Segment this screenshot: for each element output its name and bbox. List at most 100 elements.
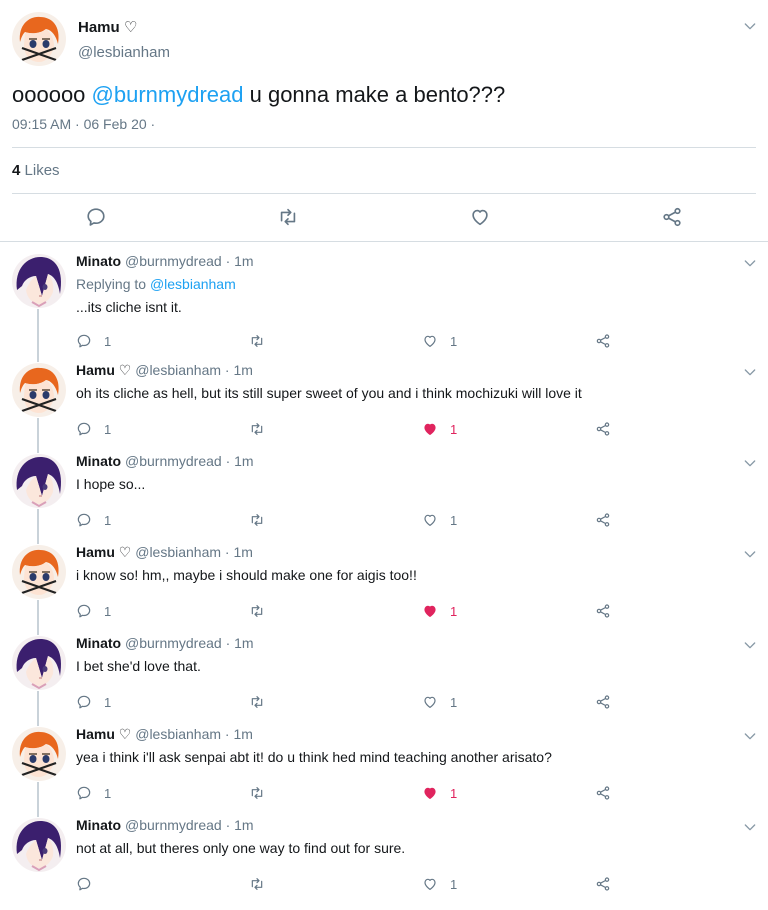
reply-actions: 11: [76, 331, 636, 351]
author-name[interactable]: Hamu ♡: [76, 726, 131, 742]
retweet-icon: [249, 603, 265, 619]
like-button[interactable]: 1: [422, 783, 457, 803]
reply-tweet[interactable]: Minato @burnmydread · 1m not at all, but …: [0, 807, 768, 898]
share-button[interactable]: [595, 783, 611, 803]
reply-tweet[interactable]: Hamu ♡ @lesbianham · 1m yea i think i'll …: [0, 716, 768, 817]
avatar[interactable]: [12, 454, 66, 508]
like-button[interactable]: 1: [422, 874, 457, 894]
avatar[interactable]: [12, 818, 66, 872]
reply-icon[interactable]: [85, 206, 107, 228]
retweet-icon: [249, 876, 265, 892]
share-button[interactable]: [595, 331, 611, 351]
reply-tweet[interactable]: Minato @burnmydread · 1m I hope so... 1 1: [0, 443, 768, 544]
heart-icon: [422, 694, 438, 710]
author-name[interactable]: Minato: [76, 817, 121, 833]
share-button[interactable]: [595, 510, 611, 530]
chevron-down-icon[interactable]: [742, 255, 758, 271]
avatar[interactable]: [12, 12, 66, 66]
chevron-down-icon[interactable]: [742, 455, 758, 471]
reply-button[interactable]: 1: [76, 783, 111, 803]
avatar[interactable]: [12, 727, 66, 781]
reply-actions: 11: [76, 419, 636, 439]
reply-button[interactable]: 1: [76, 331, 111, 351]
reply-tweet[interactable]: Hamu ♡ @lesbianham · 1m i know so! hm,, m…: [0, 534, 768, 635]
share-button[interactable]: [595, 874, 611, 894]
reply-count: 1: [104, 512, 112, 528]
reply-button[interactable]: [76, 874, 104, 894]
replying-mention[interactable]: @lesbianham: [150, 276, 236, 292]
like-button[interactable]: 1: [422, 692, 457, 712]
retweet-button[interactable]: [249, 874, 265, 894]
heart-filled-icon: [422, 785, 438, 801]
avatar[interactable]: [12, 636, 66, 690]
reply-button[interactable]: 1: [76, 601, 111, 621]
chevron-down-icon[interactable]: [742, 637, 758, 653]
author-name[interactable]: Hamu ♡: [78, 18, 137, 36]
like-button[interactable]: 1: [422, 510, 457, 530]
share-icon[interactable]: [661, 206, 683, 228]
minato-avatar-icon: [12, 254, 66, 308]
reply-text: ...its cliche isnt it.: [76, 299, 182, 315]
avatar[interactable]: [12, 545, 66, 599]
like-button[interactable]: 1: [422, 601, 457, 621]
share-button[interactable]: [595, 601, 611, 621]
chevron-down-icon[interactable]: [742, 546, 758, 562]
author-name[interactable]: Hamu ♡: [76, 544, 131, 560]
chevron-down-icon[interactable]: [742, 18, 758, 34]
reply-tweet[interactable]: Minato @burnmydread · 1m I bet she'd love…: [0, 625, 768, 726]
author-name[interactable]: Minato: [76, 635, 121, 651]
author-name[interactable]: Minato: [76, 253, 121, 269]
heart-icon: [422, 333, 438, 349]
share-button[interactable]: [595, 692, 611, 712]
tweet-timestamp: 09:15 AM · 06 Feb 20 ·: [12, 116, 156, 132]
reply-tweet[interactable]: Hamu ♡ @lesbianham · 1m oh its cliche as …: [0, 352, 768, 453]
reply-tweet[interactable]: Minato @burnmydread · 1m Replying to @les…: [0, 243, 768, 362]
reply-count: 1: [104, 785, 112, 801]
author-name[interactable]: Hamu ♡: [76, 362, 131, 378]
reply-button[interactable]: 1: [76, 419, 111, 439]
reply-icon: [76, 512, 92, 528]
likes-summary[interactable]: 4 Likes: [12, 162, 60, 179]
share-button[interactable]: [595, 419, 611, 439]
reply-button[interactable]: 1: [76, 692, 111, 712]
retweet-button[interactable]: [249, 331, 265, 351]
chevron-down-icon[interactable]: [742, 728, 758, 744]
retweet-button[interactable]: [249, 510, 265, 530]
like-button[interactable]: 1: [422, 331, 457, 351]
like-icon[interactable]: [469, 206, 491, 228]
minato-avatar-icon: [12, 454, 66, 508]
avatar[interactable]: [12, 254, 66, 308]
author-meta: @burnmydread · 1m: [125, 635, 254, 651]
share-icon: [595, 421, 611, 437]
retweet-button[interactable]: [249, 783, 265, 803]
author-meta: @burnmydread · 1m: [125, 817, 254, 833]
share-icon: [595, 876, 611, 892]
reply-header: Minato @burnmydread · 1m: [76, 453, 254, 469]
chevron-down-icon[interactable]: [742, 364, 758, 380]
hamu-avatar-icon: [12, 363, 66, 417]
mention-link[interactable]: @burnmydread: [92, 82, 244, 107]
chevron-down-icon[interactable]: [742, 819, 758, 835]
like-count: 1: [450, 876, 458, 892]
like-count: 1: [450, 694, 458, 710]
retweet-button[interactable]: [249, 692, 265, 712]
author-name[interactable]: Minato: [76, 453, 121, 469]
heart-filled-icon: [422, 603, 438, 619]
retweet-button[interactable]: [249, 601, 265, 621]
share-icon: [595, 333, 611, 349]
likes-label: Likes: [24, 162, 60, 179]
like-count: 1: [450, 512, 458, 528]
reply-button[interactable]: 1: [76, 510, 111, 530]
author-handle[interactable]: @lesbianham: [78, 44, 170, 61]
share-icon: [595, 603, 611, 619]
reply-count: 1: [104, 603, 112, 619]
retweet-icon[interactable]: [277, 206, 299, 228]
reply-icon: [76, 333, 92, 349]
avatar[interactable]: [12, 363, 66, 417]
author-meta: @lesbianham · 1m: [135, 544, 253, 560]
author-meta: @lesbianham · 1m: [135, 726, 253, 742]
main-tweet-actions: [0, 200, 768, 236]
retweet-button[interactable]: [249, 419, 265, 439]
divider: [0, 241, 768, 242]
like-button[interactable]: 1: [422, 419, 457, 439]
